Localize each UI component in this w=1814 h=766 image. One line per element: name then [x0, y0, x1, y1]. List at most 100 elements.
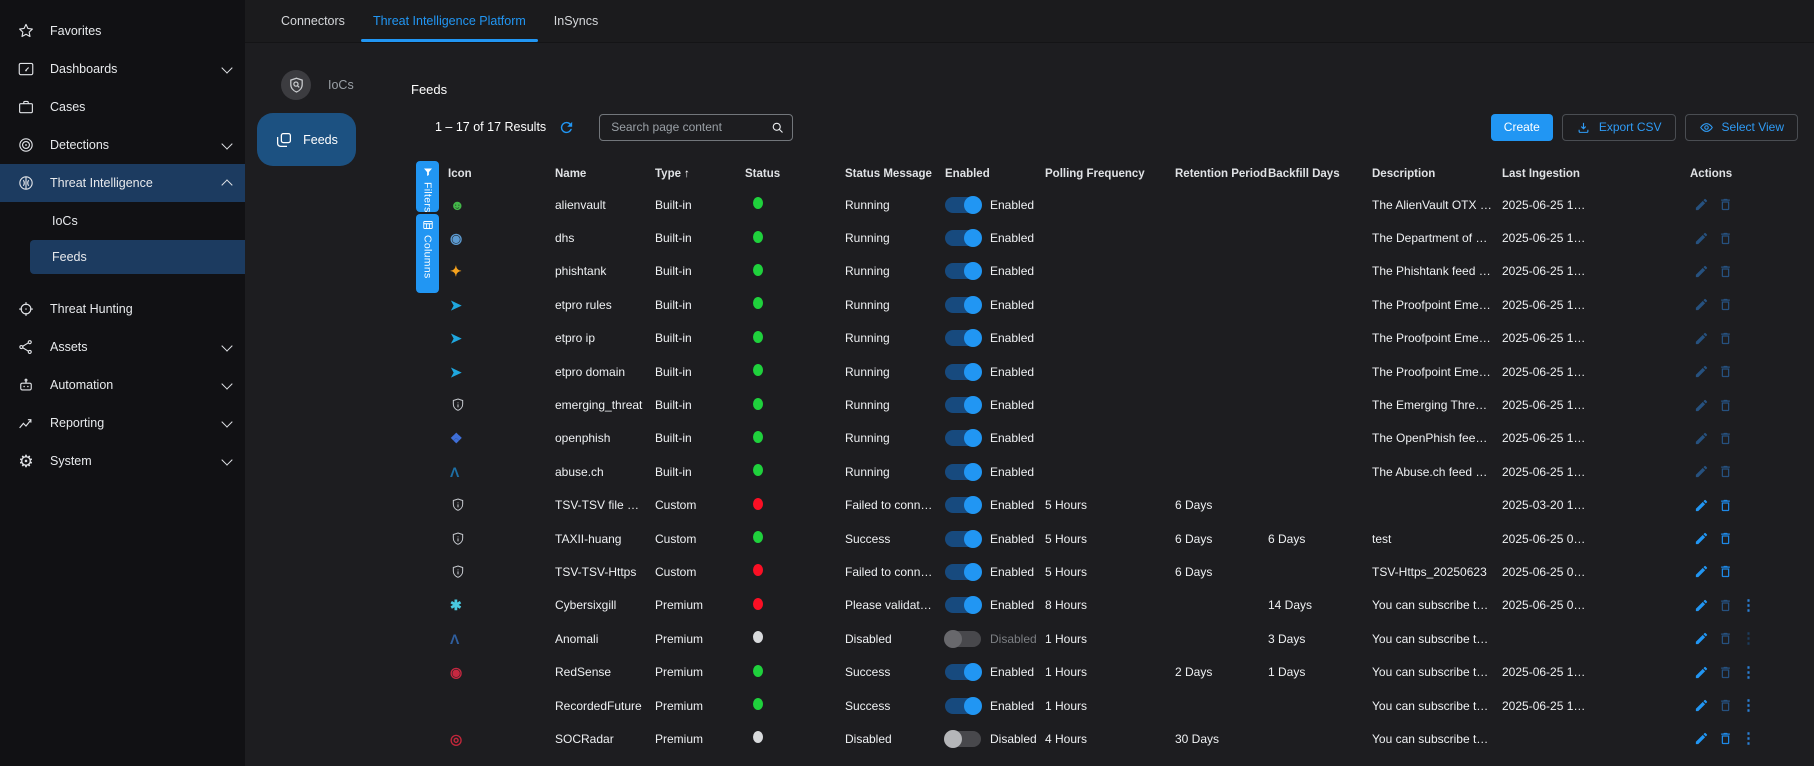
delete-icon[interactable]: [1718, 498, 1733, 513]
column-header-icon[interactable]: Icon: [448, 168, 555, 180]
tab-threat-intelligence-platform[interactable]: Threat Intelligence Platform: [359, 0, 540, 42]
column-header-description[interactable]: Description: [1372, 168, 1502, 180]
enabled-toggle[interactable]: [945, 397, 981, 413]
edit-icon[interactable]: [1694, 698, 1709, 713]
column-header-status-message[interactable]: Status Message: [845, 168, 945, 180]
edit-icon[interactable]: [1694, 398, 1709, 413]
sidebar-item-iocs[interactable]: IoCs: [0, 202, 245, 240]
more-options-icon[interactable]: ⋮: [1741, 731, 1756, 746]
sidebar-item-threat-intelligence[interactable]: Threat Intelligence: [0, 164, 245, 202]
sort-ascending-icon: ↑: [684, 168, 690, 180]
enabled-toggle[interactable]: [945, 698, 981, 714]
delete-icon[interactable]: [1718, 297, 1733, 312]
feed-icon-cell: [448, 497, 555, 513]
enabled-toggle[interactable]: [945, 430, 981, 446]
column-header-status[interactable]: Status: [745, 168, 845, 180]
delete-icon[interactable]: [1718, 398, 1733, 413]
enabled-toggle[interactable]: [945, 564, 981, 580]
edit-icon[interactable]: [1694, 531, 1709, 546]
delete-icon[interactable]: [1718, 631, 1733, 646]
delete-icon[interactable]: [1718, 364, 1733, 379]
edit-icon[interactable]: [1694, 231, 1709, 246]
edit-icon[interactable]: [1694, 631, 1709, 646]
sidebar-item-favorites[interactable]: Favorites: [0, 12, 245, 50]
column-header-backfill-days[interactable]: Backfill Days: [1268, 168, 1372, 180]
last-ingestion: 2025-06-25 1…: [1502, 465, 1690, 479]
delete-icon[interactable]: [1718, 698, 1733, 713]
delete-icon[interactable]: [1718, 197, 1733, 212]
columns-button[interactable]: Columns: [416, 214, 439, 293]
sidebar-item-assets[interactable]: Assets: [0, 328, 245, 366]
enabled-toggle[interactable]: [945, 664, 981, 680]
edit-icon[interactable]: [1694, 665, 1709, 680]
edit-icon[interactable]: [1694, 598, 1709, 613]
enabled-toggle[interactable]: [945, 597, 981, 613]
delete-icon[interactable]: [1718, 531, 1733, 546]
edit-icon[interactable]: [1694, 564, 1709, 579]
export-csv-button[interactable]: Export CSV: [1562, 114, 1676, 141]
edit-icon[interactable]: [1694, 331, 1709, 346]
enabled-toggle[interactable]: [945, 731, 981, 747]
column-header-type[interactable]: Type↑: [655, 168, 745, 180]
column-header-enabled[interactable]: Enabled: [945, 168, 1045, 180]
enabled-toggle[interactable]: [945, 230, 981, 246]
enabled-toggle[interactable]: [945, 497, 981, 513]
sidebar-item-cases[interactable]: Cases: [0, 88, 245, 126]
column-header-polling-frequency[interactable]: Polling Frequency: [1045, 168, 1175, 180]
enabled-toggle[interactable]: [945, 364, 981, 380]
enabled-toggle[interactable]: [945, 330, 981, 346]
edit-icon[interactable]: [1694, 498, 1709, 513]
delete-icon[interactable]: [1718, 431, 1733, 446]
shield-icon: [450, 397, 466, 413]
enabled-toggle[interactable]: [945, 631, 981, 647]
select-view-button[interactable]: Select View: [1685, 114, 1798, 141]
filters-button[interactable]: Filters: [416, 161, 439, 212]
enabled-toggle[interactable]: [945, 263, 981, 279]
sidebar-item-detections[interactable]: Detections: [0, 126, 245, 164]
feeds-button[interactable]: Feeds: [257, 113, 356, 166]
enabled-toggle[interactable]: [945, 197, 981, 213]
edit-icon[interactable]: [1694, 197, 1709, 212]
edit-icon[interactable]: [1694, 297, 1709, 312]
delete-icon[interactable]: [1718, 331, 1733, 346]
edit-icon[interactable]: [1694, 264, 1709, 279]
delete-icon[interactable]: [1718, 564, 1733, 579]
more-options-icon[interactable]: ⋮: [1741, 698, 1756, 713]
column-header-name[interactable]: Name: [555, 168, 655, 180]
more-options-icon[interactable]: ⋮: [1741, 665, 1756, 680]
sidebar-item-threat-hunting[interactable]: Threat Hunting: [0, 290, 245, 328]
edit-icon[interactable]: [1694, 364, 1709, 379]
sidebar-item-system[interactable]: ⚙System: [0, 442, 245, 480]
create-button[interactable]: Create: [1491, 114, 1553, 141]
refresh-icon[interactable]: [558, 119, 575, 136]
gear-icon: ⚙: [15, 453, 37, 470]
edit-icon[interactable]: [1694, 731, 1709, 746]
brain-icon: [15, 174, 37, 192]
status-cell: [745, 297, 845, 312]
column-header-actions[interactable]: Actions: [1690, 168, 1800, 180]
column-header-retention-period[interactable]: Retention Period: [1175, 168, 1268, 180]
tab-connectors[interactable]: Connectors: [267, 0, 359, 42]
iocs-button[interactable]: IoCs: [281, 70, 354, 100]
sidebar-item-reporting[interactable]: Reporting: [0, 404, 245, 442]
delete-icon[interactable]: [1718, 231, 1733, 246]
column-header-last-ingestion[interactable]: Last Ingestion: [1502, 168, 1690, 180]
status-dot: [753, 598, 763, 610]
delete-icon[interactable]: [1718, 264, 1733, 279]
sidebar-item-dashboards[interactable]: Dashboards: [0, 50, 245, 88]
more-options-icon[interactable]: ⋮: [1741, 598, 1756, 613]
tab-insyncs[interactable]: InSyncs: [540, 0, 612, 42]
enabled-toggle[interactable]: [945, 531, 981, 547]
edit-icon[interactable]: [1694, 464, 1709, 479]
delete-icon[interactable]: [1718, 731, 1733, 746]
more-options-icon[interactable]: ⋮: [1741, 631, 1756, 646]
delete-icon[interactable]: [1718, 665, 1733, 680]
delete-icon[interactable]: [1718, 464, 1733, 479]
edit-icon[interactable]: [1694, 431, 1709, 446]
sidebar-item-automation[interactable]: Automation: [0, 366, 245, 404]
sidebar-item-feeds[interactable]: Feeds: [30, 240, 245, 274]
delete-icon[interactable]: [1718, 598, 1733, 613]
enabled-toggle[interactable]: [945, 464, 981, 480]
search-input[interactable]: [609, 119, 770, 135]
enabled-toggle[interactable]: [945, 297, 981, 313]
